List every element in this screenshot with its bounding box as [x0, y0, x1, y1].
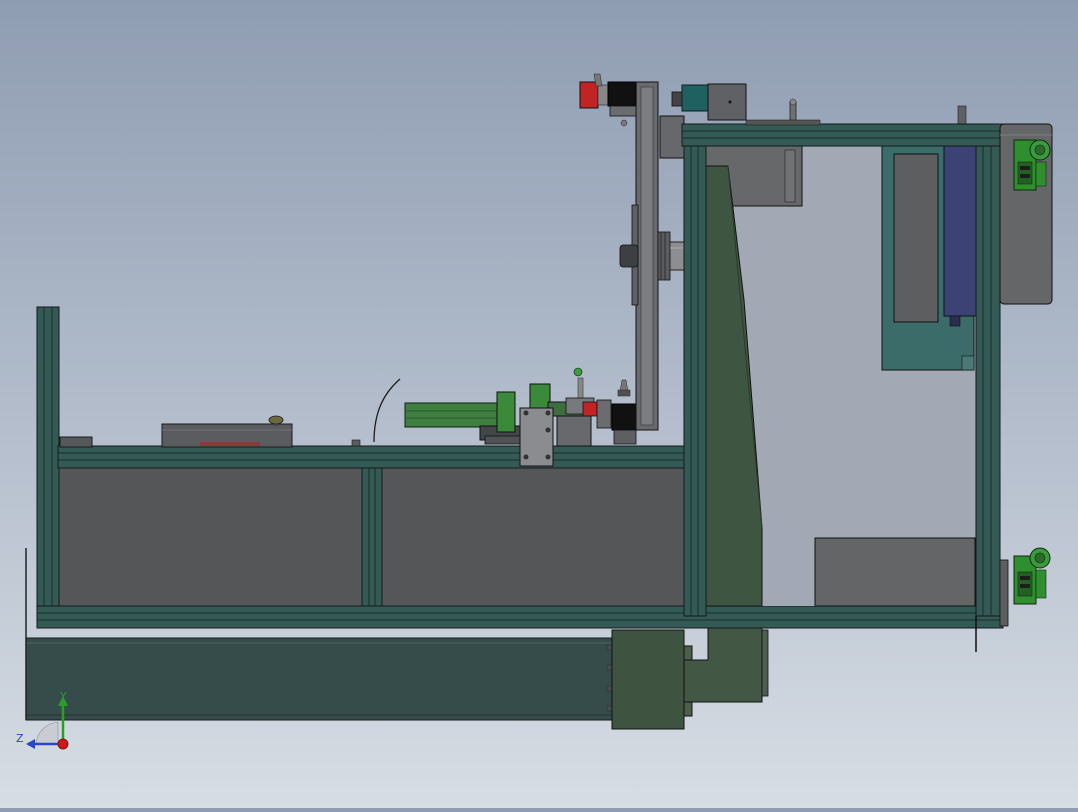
left-frame-post	[36, 306, 60, 618]
upper-rail	[57, 445, 685, 469]
control-cabinet	[881, 145, 977, 371]
tray-plate	[161, 423, 293, 448]
cad-viewport[interactable]: Y Z	[0, 0, 1078, 808]
top-crossbar	[681, 119, 1003, 147]
slide-bracket	[519, 407, 554, 467]
machine-assembly-drawing: Y Z	[16, 73, 1053, 750]
triad-quarter-disc	[35, 721, 59, 745]
lower-motor	[611, 379, 637, 445]
right-column-left-post	[683, 123, 707, 617]
drive-bracket	[683, 627, 769, 703]
z-axis-label: Z	[16, 732, 24, 745]
x-axis-dot	[57, 738, 69, 750]
motor-housing	[611, 629, 693, 730]
top-motor-left	[579, 73, 637, 127]
left-block	[59, 436, 93, 448]
cable	[373, 378, 401, 443]
y-axis-label: Y	[59, 690, 67, 703]
z-arrowhead-icon	[26, 739, 35, 749]
small-post	[351, 439, 361, 447]
lower-gray-box	[814, 537, 976, 607]
valve-upper	[1013, 139, 1051, 191]
right-column-right-post	[975, 123, 1001, 652]
valve-lower	[999, 547, 1051, 627]
middle-frame-post	[361, 466, 383, 610]
bottom-rail	[36, 605, 1004, 629]
